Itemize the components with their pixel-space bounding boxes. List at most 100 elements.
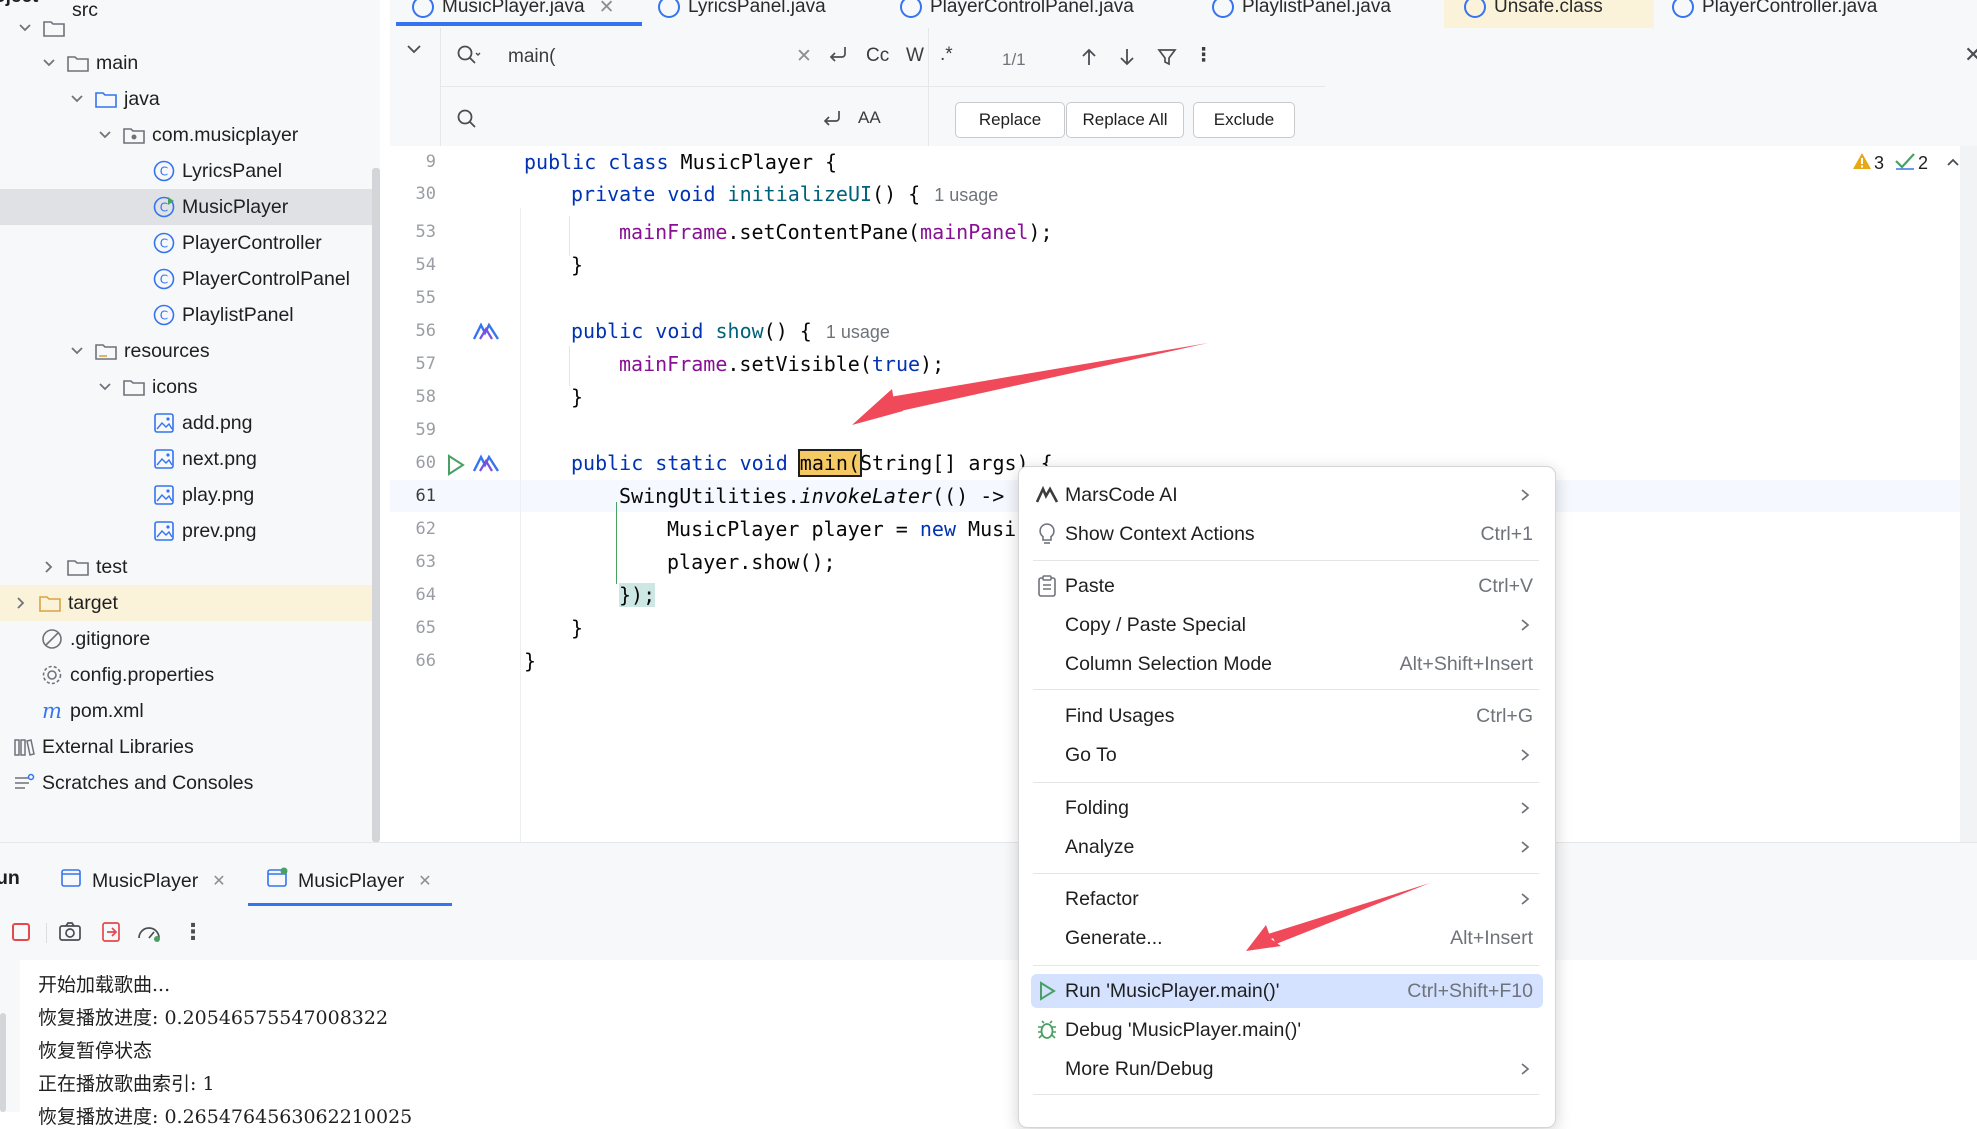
chevron-down-icon — [70, 344, 84, 358]
code-line-9: public class MusicPlayer { — [524, 150, 838, 174]
more-icon[interactable]: ⋮ — [1194, 44, 1213, 67]
tree-item-lyricspanel[interactable]: C LyricsPanel — [0, 153, 380, 189]
clear-search-icon[interactable]: ✕ — [796, 45, 812, 68]
menu-item-copy-paste-special[interactable]: Copy / Paste Special — [1031, 608, 1543, 642]
tree-item-target[interactable]: target — [0, 585, 380, 621]
tree-item-resources[interactable]: resources — [0, 333, 380, 369]
exit-icon[interactable] — [100, 921, 122, 948]
menu-item-generate[interactable]: Generate... Alt+Insert — [1031, 921, 1543, 955]
menu-item-paste[interactable]: Paste Ctrl+V — [1031, 569, 1543, 603]
match-case-button[interactable]: Cc — [866, 45, 889, 67]
replace-button[interactable]: Replace — [955, 102, 1065, 138]
preserve-case-icon[interactable]: AA — [858, 108, 881, 128]
class-icon: C — [152, 267, 176, 291]
console-scrollbar[interactable] — [0, 1013, 6, 1112]
close-icon[interactable]: ✕ — [599, 0, 615, 19]
tree-item-prev-png[interactable]: prev.png — [0, 513, 380, 549]
newline-icon[interactable] — [820, 106, 844, 136]
tree-item-pom-xml[interactable]: m pom.xml — [0, 693, 380, 729]
tree-item-gitignore[interactable]: .gitignore — [0, 621, 380, 657]
arrow-up-icon[interactable] — [1078, 46, 1100, 74]
camera-icon[interactable] — [58, 921, 82, 948]
tree-item-src[interactable]: src — [0, 0, 380, 46]
menu-item-folding[interactable]: Folding — [1031, 791, 1543, 825]
code-line-64: }); — [619, 583, 656, 607]
menu-item-marscode-ai[interactable]: MarsCode AI — [1031, 478, 1543, 512]
maven-icon: m — [40, 699, 64, 723]
search-icon[interactable] — [456, 44, 482, 72]
run-tab-underline — [248, 903, 452, 906]
svg-text:C: C — [160, 273, 168, 287]
code-line-65: } — [571, 616, 584, 640]
tab-musicplayer-java[interactable]: MusicPlayer.java ✕ — [412, 0, 614, 24]
profiler-icon[interactable] — [136, 921, 162, 948]
close-find-icon[interactable]: ✕ — [1964, 42, 1977, 68]
tab-playercontroller-java[interactable]: PlayerController.java — [1672, 0, 1877, 24]
menu-item-column-selection-mode[interactable]: Column Selection Mode Alt+Shift+Insert — [1031, 647, 1543, 681]
menu-item-go-to[interactable]: Go To — [1031, 738, 1543, 772]
class-icon — [1672, 0, 1694, 18]
filter-icon[interactable] — [1156, 46, 1178, 74]
warning-count: 3 — [1874, 153, 1885, 173]
tree-item-scratches[interactable]: Scratches and Consoles — [0, 765, 380, 801]
run-tab-musicplayer-1[interactable]: MusicPlayer ✕ — [60, 863, 226, 899]
tree-item-playlistpanel[interactable]: C PlaylistPanel — [0, 297, 380, 333]
line-number: 62 — [415, 519, 436, 539]
tree-item-playercontroller[interactable]: C PlayerController — [0, 225, 380, 261]
newline-icon[interactable] — [826, 42, 850, 72]
tree-item-main[interactable]: main — [0, 45, 380, 81]
chevron-up-icon[interactable] — [1946, 153, 1960, 174]
tab-playlistpanel-java[interactable]: PlaylistPanel.java — [1212, 0, 1391, 24]
code-line-66: } — [524, 649, 537, 673]
tree-scrollbar[interactable] — [372, 168, 380, 842]
tree-item-test[interactable]: test — [0, 549, 380, 585]
debug-icon — [1033, 1016, 1061, 1044]
tree-item-icons[interactable]: icons — [0, 369, 380, 405]
menu-item-refactor[interactable]: Refactor — [1031, 882, 1543, 916]
arrow-down-icon[interactable] — [1116, 46, 1138, 74]
tab-label: PlayerControlPanel.java — [930, 0, 1134, 17]
exclude-button[interactable]: Exclude — [1193, 102, 1295, 138]
tab-unsafe-class[interactable]: Unsafe.class — [1464, 0, 1603, 24]
tree-item-java[interactable]: java — [0, 81, 380, 117]
tree-item-playercontrolpanel[interactable]: C PlayerControlPanel — [0, 261, 380, 297]
code-line-60: public static void main(String[] args) { — [571, 449, 1053, 477]
run-tab-musicplayer-2[interactable]: MusicPlayer ✕ — [266, 863, 432, 899]
replace-all-button[interactable]: Replace All — [1066, 102, 1184, 138]
tree-item-config-properties[interactable]: config.properties — [0, 657, 380, 693]
tree-item-next-png[interactable]: next.png — [0, 441, 380, 477]
tree-item-label: main — [96, 51, 139, 74]
tree-item-play-png[interactable]: play.png — [0, 477, 380, 513]
editor-scrollbar-track[interactable] — [1960, 146, 1977, 842]
more-icon[interactable]: ⋮ — [182, 919, 204, 945]
tab-playercontrolpanel-java[interactable]: PlayerControlPanel.java — [900, 0, 1134, 24]
project-title: oject — [0, 0, 38, 8]
menu-item-find-usages[interactable]: Find Usages Ctrl+G — [1031, 699, 1543, 733]
tree-item-musicplayer[interactable]: C MusicPlayer — [0, 189, 380, 225]
tab-lyricspanel-java[interactable]: LyricsPanel.java — [658, 0, 826, 24]
class-icon — [658, 0, 680, 18]
menu-item-analyze[interactable]: Analyze — [1031, 830, 1543, 864]
regex-button[interactable]: .* — [940, 44, 953, 66]
replace-search-icon[interactable] — [456, 108, 482, 136]
whole-word-button[interactable]: W — [906, 45, 924, 67]
close-icon[interactable]: ✕ — [212, 871, 225, 891]
find-divider — [928, 28, 929, 146]
run-gutter-icon[interactable] — [446, 454, 466, 481]
menu-item-more-run-debug[interactable]: More Run/Debug — [1031, 1052, 1543, 1086]
search-input[interactable]: main( — [508, 46, 556, 68]
run-console[interactable]: 开始加载歌曲... 恢复播放进度: 0.20546575547008322 恢复… — [20, 960, 1977, 1128]
search-match-highlight: main( — [797, 449, 863, 477]
tree-item-add-png[interactable]: add.png — [0, 405, 380, 441]
tree-item-package[interactable]: com.musicplayer — [0, 117, 380, 153]
menu-item-debug-main[interactable]: Debug 'MusicPlayer.main()' — [1031, 1013, 1543, 1047]
marscode-gutter-icon[interactable] — [472, 453, 500, 480]
marscode-gutter-icon[interactable] — [472, 321, 500, 348]
menu-item-show-context-actions[interactable]: Show Context Actions Ctrl+1 — [1031, 517, 1543, 551]
menu-item-run-main[interactable]: Run 'MusicPlayer.main()' Ctrl+Shift+F10 — [1031, 974, 1543, 1008]
chevron-down-icon[interactable] — [405, 40, 423, 64]
stop-icon[interactable] — [10, 921, 32, 948]
inspection-widget[interactable]: 3 2 — [1852, 152, 1960, 175]
tree-item-external-libraries[interactable]: External Libraries — [0, 729, 380, 765]
close-icon[interactable]: ✕ — [418, 871, 431, 891]
